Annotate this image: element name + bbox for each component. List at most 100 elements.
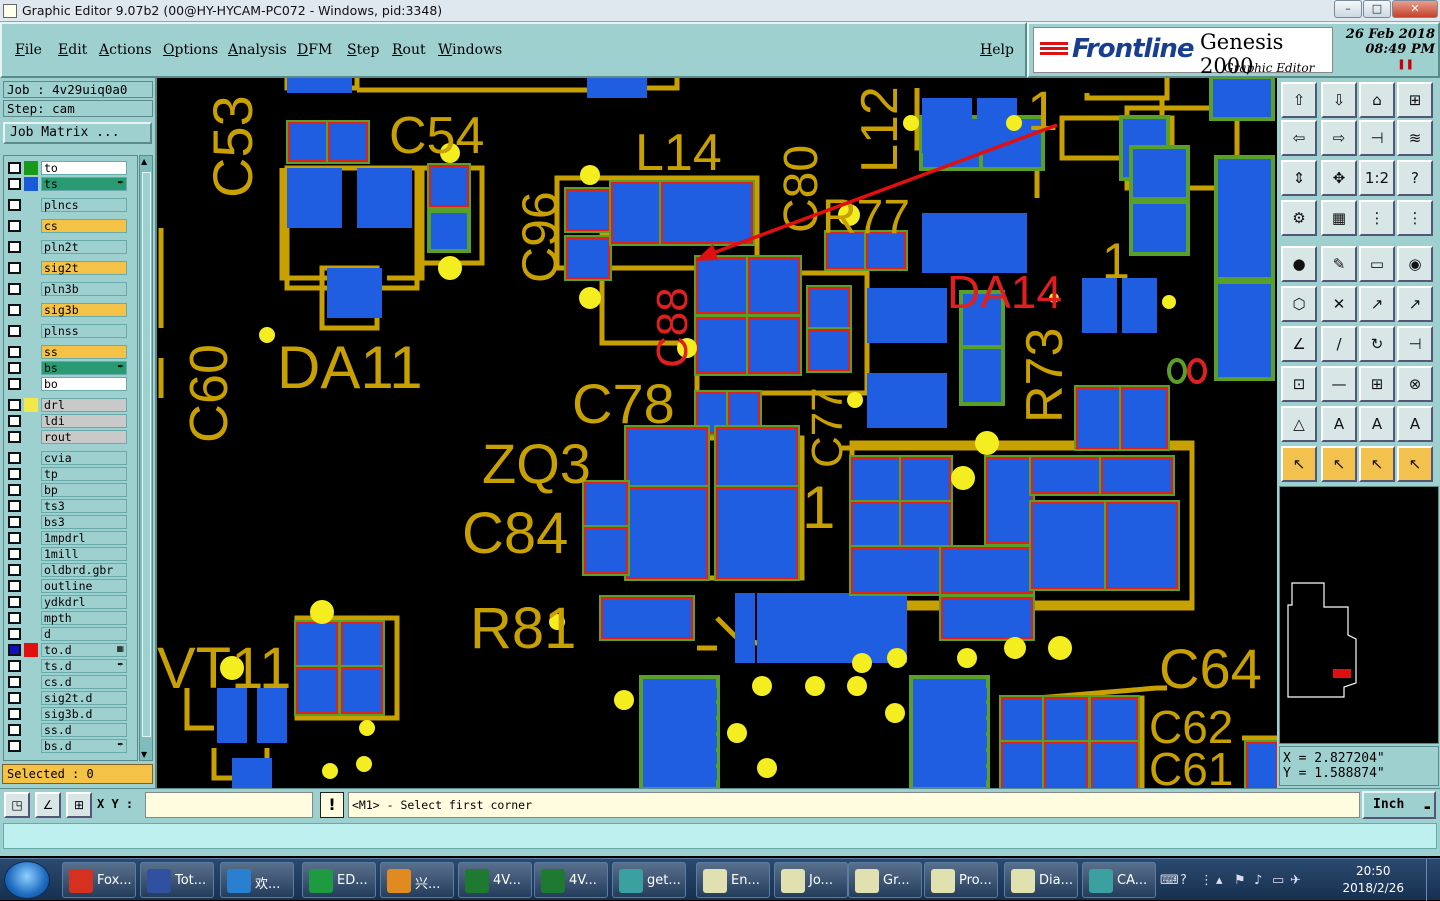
show-desktop-button[interactable] (1426, 859, 1440, 901)
angle-icon[interactable]: ∠ (35, 792, 61, 818)
scroll-down-icon[interactable]: ▼ (141, 750, 147, 759)
tool-button[interactable]: △ (1281, 406, 1317, 442)
layer-checkbox[interactable] (8, 628, 21, 640)
tool-button[interactable]: ↗ (1397, 286, 1433, 322)
layer-row[interactable]: rout (4, 429, 138, 445)
taskbar-item[interactable]: CA... (1082, 862, 1156, 898)
layer-name[interactable]: plnss (41, 324, 127, 338)
layer-color-swatch[interactable] (24, 515, 38, 529)
layer-color-swatch[interactable] (24, 563, 38, 577)
layer-name[interactable]: cvia (41, 451, 127, 465)
layer-row[interactable]: ts3 (4, 498, 138, 514)
layer-name[interactable]: rout (41, 430, 127, 444)
layer-name[interactable]: ydkdrl (41, 595, 127, 609)
layer-color-swatch[interactable] (24, 282, 38, 296)
layer-checkbox[interactable] (8, 676, 21, 688)
tool-button[interactable]: A (1359, 406, 1395, 442)
layer-name[interactable]: to (41, 161, 127, 175)
layer-row[interactable]: ldi (4, 413, 138, 429)
layer-name[interactable]: plncs (41, 198, 127, 212)
layer-name[interactable]: sig2t (41, 261, 127, 275)
grid-icon[interactable]: ⊞ (66, 792, 92, 818)
help-icon[interactable]: ? (1180, 873, 1187, 888)
layer-name[interactable]: ts3 (41, 499, 127, 513)
layer-name[interactable]: mpth (41, 611, 127, 625)
layer-color-swatch[interactable] (24, 531, 38, 545)
taskbar-item[interactable]: 4V... (458, 862, 532, 898)
layer-color-swatch[interactable] (24, 707, 38, 721)
tool-button[interactable]: ↖ (1397, 446, 1433, 482)
minimize-button[interactable]: – (1334, 0, 1362, 18)
layer-color-swatch[interactable] (24, 240, 38, 254)
layer-checkbox[interactable] (8, 399, 21, 411)
layer-color-swatch[interactable] (24, 467, 38, 481)
layer-checkbox[interactable] (8, 304, 21, 316)
layer-name[interactable]: pln3b (41, 282, 127, 296)
layer-checkbox[interactable] (8, 415, 21, 427)
tool-button[interactable]: ? (1397, 160, 1433, 196)
layer-color-swatch[interactable] (24, 303, 38, 317)
layer-checkbox[interactable] (8, 692, 21, 704)
taskbar-item[interactable]: ED... (302, 862, 376, 898)
layer-color-swatch[interactable] (24, 219, 38, 233)
layer-checkbox[interactable] (8, 262, 21, 274)
start-button[interactable] (4, 861, 50, 899)
layer-name[interactable]: ss.d (41, 723, 127, 737)
tool-button[interactable]: ∠ (1281, 326, 1317, 362)
layer-row[interactable]: tp (4, 466, 138, 482)
layer-name[interactable]: d (41, 627, 127, 641)
layer-name[interactable]: ss (41, 345, 127, 359)
tool-button[interactable]: ◉ (1397, 246, 1433, 282)
layer-color-swatch[interactable] (24, 430, 38, 444)
layer-name[interactable]: tp (41, 467, 127, 481)
tool-button[interactable]: ↗ (1359, 286, 1395, 322)
menu-windows[interactable]: Windows (438, 42, 502, 58)
layer-scrollbar[interactable]: ▲ ▼ (139, 155, 153, 761)
layer-row[interactable]: bs3 (4, 514, 138, 530)
flag-icon[interactable]: ✈ (1290, 873, 1301, 888)
layer-name[interactable]: pln2t (41, 240, 127, 254)
maximize-button[interactable]: □ (1363, 0, 1391, 18)
layer-color-swatch[interactable] (24, 161, 38, 175)
tool-button[interactable]: ⚙ (1281, 200, 1317, 236)
tool-button[interactable]: ⊞ (1359, 366, 1395, 402)
layer-name[interactable]: 1mpdrl (41, 531, 127, 545)
layer-color-swatch[interactable] (24, 691, 38, 705)
layer-color-swatch[interactable] (24, 483, 38, 497)
layer-checkbox[interactable] (8, 484, 21, 496)
layer-color-swatch[interactable] (24, 377, 38, 391)
taskbar-item[interactable]: Gr... (848, 862, 922, 898)
layer-row[interactable]: ts ✒ (4, 176, 138, 192)
tool-button[interactable]: A (1321, 406, 1357, 442)
graphics-canvas[interactable]: C53 C54 L14 C80 L12 C96 R77 C88 DA14 DA11 C60 R73 C7… (157, 78, 1277, 788)
layer-color-swatch[interactable] (24, 547, 38, 561)
tool-button[interactable]: ▦ (1321, 200, 1357, 236)
tool-button[interactable]: ↻ (1359, 326, 1395, 362)
layer-name[interactable]: ts.d (41, 659, 127, 673)
tool-button[interactable]: ⬡ (1281, 286, 1317, 322)
layer-checkbox[interactable] (8, 580, 21, 592)
layer-name[interactable]: cs.d (41, 675, 127, 689)
layer-name[interactable]: ts (41, 177, 127, 191)
layer-checkbox[interactable] (8, 724, 21, 736)
layer-checkbox[interactable] (8, 564, 21, 576)
layer-color-swatch[interactable] (24, 675, 38, 689)
taskbar-item[interactable]: 欢... (220, 862, 294, 898)
layer-row[interactable]: ts.d ✒ (4, 658, 138, 674)
tool-button[interactable]: ⇦ (1281, 120, 1317, 156)
layer-checkbox[interactable] (8, 283, 21, 295)
taskbar-item[interactable]: Fox... (62, 862, 136, 898)
scroll-thumb[interactable] (142, 172, 151, 737)
tool-button[interactable]: ✥ (1321, 160, 1357, 196)
layer-checkbox[interactable] (8, 644, 21, 656)
layer-row[interactable]: bs ✒ (4, 360, 138, 376)
layer-color-swatch[interactable] (24, 499, 38, 513)
layer-row[interactable]: sig3b.d (4, 706, 138, 722)
tool-button[interactable]: ▭ (1359, 246, 1395, 282)
layer-checkbox[interactable] (8, 431, 21, 443)
layer-row[interactable]: to.d ▦ (4, 642, 138, 658)
layer-name[interactable]: drl (41, 398, 127, 412)
layer-checkbox[interactable] (8, 325, 21, 337)
layer-color-swatch[interactable] (24, 414, 38, 428)
layer-checkbox[interactable] (8, 452, 21, 464)
